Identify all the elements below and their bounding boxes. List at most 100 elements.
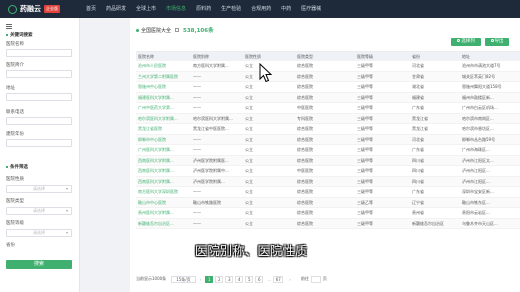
column-header[interactable]: 省份 (410, 52, 460, 60)
goto-page-input[interactable] (310, 275, 321, 283)
calendar-icon[interactable] (175, 28, 180, 32)
table-cell: 综合医院 (297, 210, 313, 215)
hospital-name-link[interactable]: 新疆维吾尔自治区... (136, 219, 191, 229)
table-row[interactable]: 哈尔滨医科大学附属... 哈尔滨医科大学附属... 公立 专科医院 三级甲等 黑龙江省 哈尔… (136, 113, 520, 124)
table-cell: —— (193, 136, 201, 142)
table-row[interactable]: 新疆维吾尔自治区... —— 公立 综合医院 三级甲等 新疆维吾尔自治区 乌鲁木齐市天山区.… (136, 218, 520, 229)
edition-badge: 企业版 (44, 5, 60, 13)
page-button-1[interactable]: 1 (205, 275, 214, 283)
founded-year-input[interactable] (6, 139, 72, 147)
nav-item-market-info[interactable]: 市场信息 (161, 0, 191, 18)
nature-select-placeholder: 请选择 (33, 186, 45, 191)
next-page-button[interactable]: › (289, 277, 291, 282)
table-cell: 河北省 (412, 63, 424, 68)
table-cell: 南方医科大学附属... (193, 63, 229, 68)
table-cell: 三级甲等 (357, 115, 373, 121)
nav-item-drug-rd[interactable]: 药品研发 (101, 0, 131, 18)
table-cell: 综合医院 (297, 157, 313, 163)
hospital-name-link[interactable]: 广州中医药大学第... (136, 103, 191, 113)
chevron-down-icon: ▾ (65, 230, 68, 235)
table-cell: 综合医院 (297, 94, 313, 100)
table-row[interactable]: 鞍山市中心医院 鞍山市铁路医院 公立 综合医院 三级乙等 辽宁省 鞍山市铁东区... (136, 197, 520, 208)
table-row[interactable]: 邯郸市中心医院 —— 公立 综合医院 三级甲等 河北省 邯郸市丛台路59号 (136, 134, 520, 145)
hospital-name-link[interactable]: 哈尔滨医科大学附属... (136, 114, 191, 124)
table-cell: 三级甲等 (357, 220, 373, 226)
table-row[interactable]: 黑龙江省医院 黑龙江省中医医院... 公立 综合医院 三级甲等 黑龙江省 哈尔滨市香坊区..… (136, 124, 520, 135)
page-button-3[interactable]: 3 (225, 275, 234, 283)
table-cell: 综合医院 (297, 220, 313, 226)
nav-item-api[interactable]: 原料药 (191, 0, 216, 18)
table-row[interactable]: 兰州大学第二附属医院 —— 公立 综合医院 三级甲等 甘肃省 城关区萃英门82号 (136, 71, 520, 82)
hospital-name-link[interactable]: 黑龙江省医院 (136, 124, 191, 134)
hospital-name-link[interactable]: 兰州大学第二附属医院 (136, 72, 191, 82)
column-header[interactable]: 地址 (460, 52, 520, 60)
page-button-4[interactable]: 4 (235, 275, 244, 283)
column-header[interactable]: 医院名称 (136, 52, 191, 60)
table-cell: 公立 (245, 178, 253, 184)
table-row[interactable]: 西南医科大学附属... 泸州医学院附属中... 公立 中医医院 三级甲等 四川省 泸州市江阳… (136, 166, 520, 177)
hospital-name-link[interactable]: 西南医科大学附属... (136, 166, 191, 176)
column-header[interactable]: 医院别称 (191, 52, 243, 60)
export-icon (490, 39, 494, 42)
nav-item-global-launch[interactable]: 全球上市 (131, 0, 161, 18)
page-button-2[interactable]: 2 (215, 275, 224, 283)
level-select[interactable]: 请选择 ▾ (6, 229, 72, 237)
table-cell: 鞍山市铁东区... (462, 199, 490, 205)
table-row[interactable]: 广州医科大学附属... —— 公立 综合医院 三级甲等 广东省 广州市海珠区... (136, 145, 520, 156)
type-select[interactable]: 请选择 ▾ (6, 207, 72, 215)
hospital-name-link[interactable]: 沧州市人民医院 (136, 61, 191, 71)
phone-input[interactable] (6, 117, 72, 125)
nav-item-tcm[interactable]: 中药 (276, 0, 296, 18)
table-cell: 鞍山市铁路医院 (193, 199, 221, 205)
hospital-name-link[interactable]: 南方医科大学深圳医院 (136, 187, 191, 197)
table-cell: 邯郸市丛台路59号 (462, 136, 496, 142)
hospital-name-link[interactable]: 西南医科大学附属... (136, 156, 191, 166)
page-button-6[interactable]: 6 (255, 275, 264, 283)
table-row[interactable]: 沧州市人民医院 南方医科大学附属... 公立 综合医院 三级甲等 河北省 沧州市市清池大道7… (136, 61, 520, 72)
column-header[interactable]: 医院等级 (355, 52, 410, 60)
table-row[interactable]: 福建医科大学附属... —— 公立 综合医院 三级甲等 福建省 福州市鼓楼区新... (136, 92, 520, 103)
table-row[interactable]: 西南医科大学附属... 泸州医学院附属... 公立 综合医院 三级甲等 四川省 泸州市江阳区… (136, 176, 520, 187)
results-panel: 全国医院大全 538,106条 选择列 导出 医院名称 医院别称 医院性质 医院… (130, 18, 520, 292)
table-row[interactable]: 贵州医科大学附属... —— 公立 综合医院 三级甲等 贵州省 贵阳市云岩区... (136, 208, 520, 219)
nav-item-home[interactable]: 首页 (81, 0, 101, 18)
hospital-name-link[interactable]: 贵州医科大学附属... (136, 208, 191, 218)
hospital-name-link[interactable]: 广州医科大学附属... (136, 145, 191, 155)
hospital-intro-input[interactable] (6, 70, 72, 78)
per-page-select[interactable]: 15条/页 (171, 275, 196, 283)
nav-item-production[interactable]: 生产检验 (216, 0, 246, 18)
select-columns-button[interactable]: 选择列 (451, 38, 481, 46)
table-row[interactable]: 恩施州中心医院 —— 公立 综合医院 三级甲等 湖北省 恩施州舞阳大道158号 (136, 82, 520, 93)
table-cell: 三级甲等 (357, 168, 373, 173)
column-header[interactable]: 医院类型 (295, 52, 355, 60)
prev-page-button[interactable]: ‹ (200, 277, 202, 282)
brand-logo[interactable]: 药融云 企业版 (8, 4, 78, 14)
search-button[interactable]: 搜索 (6, 260, 72, 269)
page-button-last[interactable]: 67 (273, 275, 284, 283)
menu-icon[interactable] (6, 24, 12, 29)
table-row[interactable]: 南方医科大学深圳医院 —— 公立 综合医院 三级甲等 广东省 深圳市宝安区新... (136, 187, 520, 198)
address-input[interactable] (6, 93, 72, 101)
table-row[interactable]: 西南医科大学附属... 泸州医学院附属医... 公立 综合医院 三级甲等 四川省 泸州市江阳… (136, 155, 520, 166)
table-cell: 三级甲等 (357, 189, 373, 194)
table-cell: 三级甲等 (357, 178, 373, 184)
hospital-name-link[interactable]: 邯郸市中心医院 (136, 135, 191, 145)
table-cell: 贵州省 (412, 210, 424, 215)
hospital-name-link[interactable]: 恩施州中心医院 (136, 82, 191, 92)
hospital-name-link[interactable]: 西南医科大学附属... (136, 177, 191, 187)
table-row[interactable]: 广州中医药大学第... —— 公立 中医医院 三级甲等 广东省 广州市白云区机场... (136, 103, 520, 114)
hospital-name-link[interactable]: 鞍山市中心医院 (136, 198, 191, 208)
page-button-5[interactable]: 5 (245, 275, 254, 283)
hospital-name-link[interactable]: 福建医科大学附属... (136, 93, 191, 103)
export-button[interactable]: 导出 (485, 38, 509, 46)
table-cell: —— (193, 210, 201, 215)
table-cell: 公立 (245, 147, 253, 152)
nav-item-devices[interactable]: 医疗器械 (296, 0, 326, 18)
column-header[interactable]: 医院性质 (243, 52, 295, 60)
table-cell: 乌鲁木齐市天山区... (462, 220, 498, 226)
hospital-name-input[interactable] (6, 49, 72, 57)
province-label: 省份 (6, 243, 15, 248)
table-cell: 综合医院 (297, 84, 313, 89)
nature-select[interactable]: 请选择 ▾ (6, 185, 72, 193)
nav-item-compliance[interactable]: 合规用药 (246, 0, 276, 18)
